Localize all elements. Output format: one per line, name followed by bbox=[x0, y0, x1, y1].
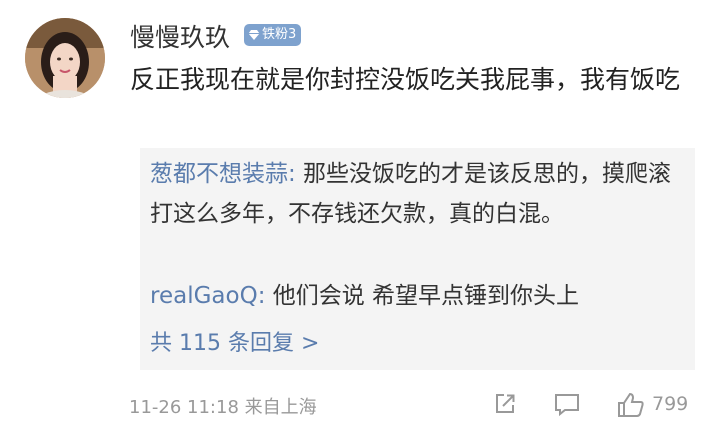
comment-icon bbox=[555, 394, 579, 417]
like-count: 799 bbox=[652, 393, 689, 415]
reply-author[interactable]: realGaoQ bbox=[150, 283, 258, 309]
like-button[interactable] bbox=[616, 391, 646, 419]
share-icon bbox=[496, 394, 515, 413]
badge-label: 铁粉3 bbox=[262, 27, 297, 42]
post-location: 来自上海 bbox=[244, 397, 317, 418]
comment-button[interactable] bbox=[553, 391, 581, 417]
username[interactable]: 慢慢玖玖 bbox=[130, 18, 230, 54]
gem-icon bbox=[248, 30, 260, 40]
reply-text: 他们会说 希望早点锤到你头上 bbox=[265, 283, 580, 309]
like-icon bbox=[618, 392, 644, 417]
reply-author[interactable]: 葱都不想装蒜 bbox=[150, 161, 288, 187]
post-text: 反正我现在就是你封控没饭吃关我屁事，我有饭吃 bbox=[130, 65, 681, 94]
reply-item: realGaoQ: 他们会说 希望早点锤到你头上 bbox=[150, 276, 680, 316]
post-meta: 11-26 11:18 来自上海 bbox=[129, 393, 317, 419]
avatar[interactable] bbox=[25, 18, 105, 98]
post-datetime: 11-26 11:18 bbox=[129, 397, 239, 418]
reply-box: 葱都不想装蒜: 那些没饭吃的才是该反思的，摸爬滚打这么多年，不存钱还欠款，真的白… bbox=[140, 148, 695, 370]
reply-author-separator: : bbox=[288, 161, 296, 187]
more-replies-link[interactable]: 共 115 条回复 > bbox=[150, 324, 319, 364]
reply-item: 葱都不想装蒜: 那些没饭吃的才是该反思的，摸爬滚打这么多年，不存钱还欠款，真的白… bbox=[150, 154, 680, 234]
fan-badge[interactable]: 铁粉3 bbox=[244, 24, 302, 46]
share-button[interactable] bbox=[492, 391, 518, 417]
